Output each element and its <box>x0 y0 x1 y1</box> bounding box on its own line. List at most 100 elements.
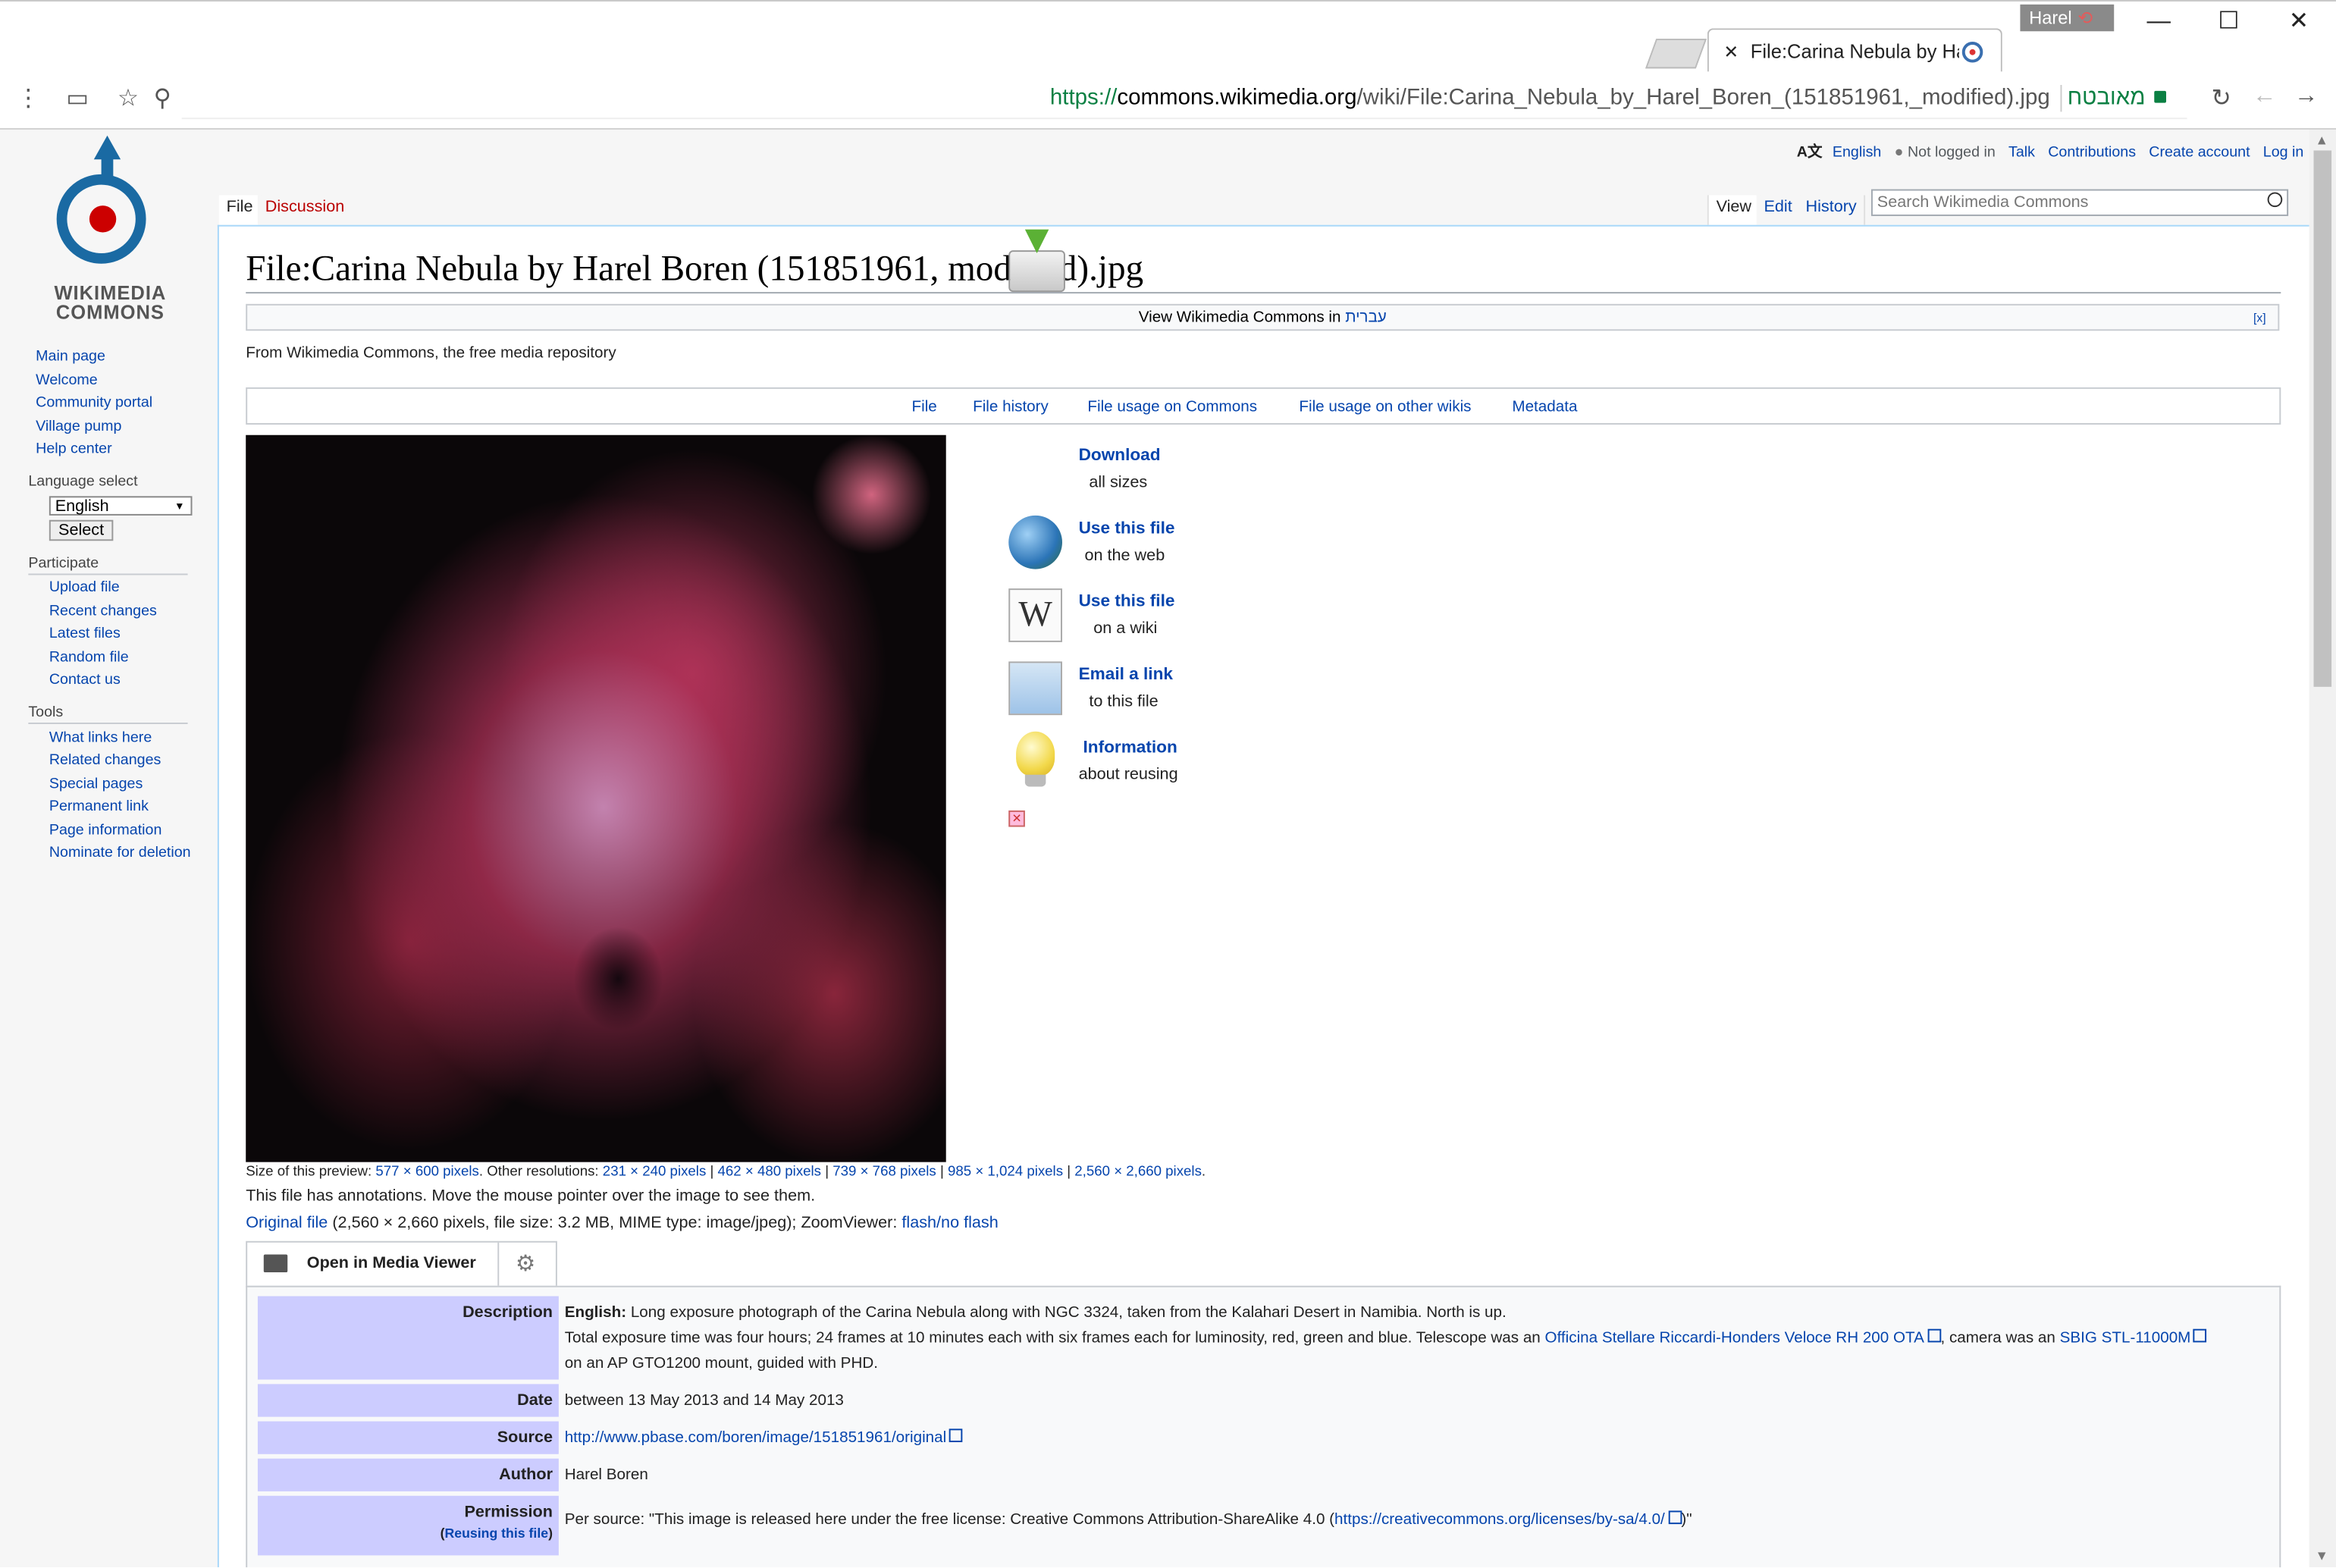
resolution-link-2560[interactable]: 2,560 × 2,660 pixels <box>1074 1164 1202 1181</box>
media-viewer-divider <box>497 1242 500 1286</box>
sidebar-item-related-changes[interactable]: Related changes <box>49 752 161 769</box>
resolution-link-462[interactable]: 462 × 480 pixels <box>718 1164 822 1181</box>
globe-icon[interactable] <box>1008 515 1062 569</box>
size-preview-link[interactable]: 577 × 600 pixels <box>375 1164 479 1181</box>
sidebar-item-page-information[interactable]: Page information <box>49 823 162 839</box>
translate-icon[interactable]: A文 <box>1797 145 1823 162</box>
forward-arrow-icon[interactable]: → <box>2291 83 2321 110</box>
toc-file-usage-commons[interactable]: File usage on Commons <box>1087 398 1257 416</box>
reuse-wiki-link[interactable]: Use this file <box>1079 593 1175 611</box>
toc-file[interactable]: File <box>912 398 937 416</box>
sidebar-item-upload-file[interactable]: Upload file <box>49 579 120 596</box>
reuse-email-link[interactable]: Email a link <box>1079 666 1173 684</box>
description-line3: on an AP GTO1200 mount, guided with PHD. <box>564 1354 878 1372</box>
page-scrollbar[interactable]: ▲ ▼ <box>2309 129 2336 1568</box>
resolution-link-985[interactable]: 985 × 1,024 pixels <box>948 1164 1063 1181</box>
source-link[interactable]: http://www.pbase.com/boren/image/1518519… <box>565 1428 947 1447</box>
back-arrow-icon[interactable]: ← <box>2250 83 2279 110</box>
wikimedia-commons-logo[interactable]: WIKIMEDIA COMMONS <box>39 135 182 323</box>
reuse-email-sub: to this file <box>1089 692 1159 711</box>
carina-nebula-image[interactable] <box>246 434 946 1162</box>
external-link-icon <box>1927 1328 1941 1343</box>
license-link[interactable]: https://creativecommons.org/licenses/by-… <box>1334 1510 1665 1529</box>
original-file-link[interactable]: Original file <box>246 1214 328 1232</box>
sidebar-item-random-file[interactable]: Random file <box>49 650 129 666</box>
sidebar-item-help-center[interactable]: Help center <box>36 441 111 458</box>
open-media-viewer-button[interactable]: Open in Media Viewer <box>307 1254 476 1272</box>
language-banner-text: View Wikimedia Commons in <box>1138 308 1346 327</box>
wiki-icon[interactable]: W <box>1008 588 1062 642</box>
scroll-thumb[interactable] <box>2313 150 2332 687</box>
content-area: File:Carina Nebula by Harel Boren (15185… <box>217 224 2309 1568</box>
language-select-button[interactable]: Select <box>49 519 114 541</box>
scroll-down-arrow-icon[interactable]: ▼ <box>2315 1548 2328 1563</box>
language-banner-link[interactable]: עברית <box>1345 309 1387 327</box>
tab-history[interactable]: History <box>1798 195 1866 225</box>
minimize-button[interactable]: — <box>2137 8 2181 40</box>
description-text2: Total exposure time was four hours; 24 f… <box>564 1328 1545 1347</box>
sidebar-item-contact-us[interactable]: Contact us <box>49 672 121 688</box>
description-line1: English: Long exposure photograph of the… <box>565 1300 1507 1325</box>
create-account-link[interactable]: Create account <box>2149 145 2250 162</box>
date-label: Date <box>257 1384 559 1417</box>
telescope-link[interactable]: Officina Stellare Riccardi-Honders Veloc… <box>1545 1329 1924 1347</box>
bookmark-star-icon[interactable]: ☆ <box>113 83 143 113</box>
language-banner-close[interactable]: [x] <box>2253 306 2266 331</box>
search-input[interactable]: Search Wikimedia Commons <box>1870 189 2289 216</box>
resolution-link-231[interactable]: 231 × 240 pixels <box>603 1164 707 1181</box>
close-window-button[interactable]: ✕ <box>2276 8 2321 40</box>
toc-file-history[interactable]: File history <box>973 398 1049 416</box>
lightbulb-icon[interactable] <box>1016 731 1055 776</box>
camera-link[interactable]: SBIG STL-11000M <box>2060 1329 2191 1347</box>
sidebar-item-village-pump[interactable]: Village pump <box>36 419 121 435</box>
log-in-link[interactable]: Log in <box>2263 145 2304 162</box>
download-icon[interactable] <box>1008 250 1065 293</box>
tab-file[interactable]: File <box>218 195 262 225</box>
toc-file-usage-other-wikis[interactable]: File usage on other wikis <box>1299 398 1471 416</box>
url-text[interactable]: https://commons.wikimedia.org/wiki/File:… <box>1050 85 2050 110</box>
reuse-web-link[interactable]: Use this file <box>1079 520 1175 538</box>
language-dropdown[interactable]: English ▼ <box>49 496 193 516</box>
address-bar[interactable]: https://commons.wikimedia.org/wiki/File:… <box>181 79 2187 120</box>
maximize-button[interactable]: ☐ <box>2206 8 2251 40</box>
image-icon <box>263 1254 288 1273</box>
sidebar-item-main-page[interactable]: Main page <box>36 349 105 365</box>
broken-image-icon: ✕ <box>1008 810 1025 827</box>
cast-icon[interactable]: ▭ <box>63 83 92 113</box>
toc-metadata[interactable]: Metadata <box>1512 398 1577 416</box>
contributions-link[interactable]: Contributions <box>2048 145 2136 162</box>
sidebar-item-latest-files[interactable]: Latest files <box>49 626 121 642</box>
new-tab-button[interactable] <box>1645 39 1707 69</box>
email-icon[interactable] <box>1008 661 1062 716</box>
tab-close-icon[interactable]: ✕ <box>1723 30 1739 74</box>
zoomviewer-flash-link[interactable]: flash/no flash <box>901 1214 998 1232</box>
sidebar-item-recent-changes[interactable]: Recent changes <box>49 604 157 620</box>
reuse-download-link[interactable]: Download <box>1079 447 1161 465</box>
sidebar-item-special-pages[interactable]: Special pages <box>49 776 143 793</box>
tab-discussion[interactable]: Discussion <box>257 195 353 225</box>
menu-icon[interactable]: ⋮ <box>14 83 43 113</box>
sidebar-item-nominate-deletion[interactable]: Nominate for deletion <box>49 845 191 861</box>
reload-icon[interactable]: ↻ <box>2206 83 2236 113</box>
browser-tab[interactable]: ✕ File:Carina Nebula by Harel Boren (151… <box>1707 28 2002 77</box>
sidebar-item-permanent-link[interactable]: Permanent link <box>49 798 149 815</box>
reuse-information-link[interactable]: Information <box>1083 739 1177 757</box>
resolution-link-739[interactable]: 739 × 768 pixels <box>832 1164 936 1181</box>
reusing-this-file-link[interactable]: Reusing this file <box>444 1526 548 1541</box>
sidebar-item-community-portal[interactable]: Community portal <box>36 395 152 412</box>
url-scheme: https:// <box>1049 85 1118 111</box>
security-indicator[interactable]: מאובטח <box>2068 85 2166 110</box>
tab-edit[interactable]: Edit <box>1756 195 1801 225</box>
scroll-up-arrow-icon[interactable]: ▲ <box>2315 133 2328 148</box>
language-dropdown-value: English <box>55 497 109 516</box>
talk-link[interactable]: Talk <box>2008 145 2035 162</box>
search-icon[interactable] <box>2267 192 2283 208</box>
media-viewer-bar: Open in Media Viewer ⚙ <box>246 1240 557 1287</box>
tab-view[interactable]: View <box>1707 195 1761 225</box>
sidebar-item-welcome[interactable]: Welcome <box>36 372 98 389</box>
sidebar-item-what-links-here[interactable]: What links here <box>49 730 152 747</box>
gear-icon[interactable]: ⚙ <box>516 1250 535 1277</box>
language-link[interactable]: English <box>1833 145 1881 162</box>
search-icon[interactable]: ⚲ <box>148 83 177 113</box>
profile-badge[interactable]: Harel ⟲ <box>2020 4 2115 32</box>
